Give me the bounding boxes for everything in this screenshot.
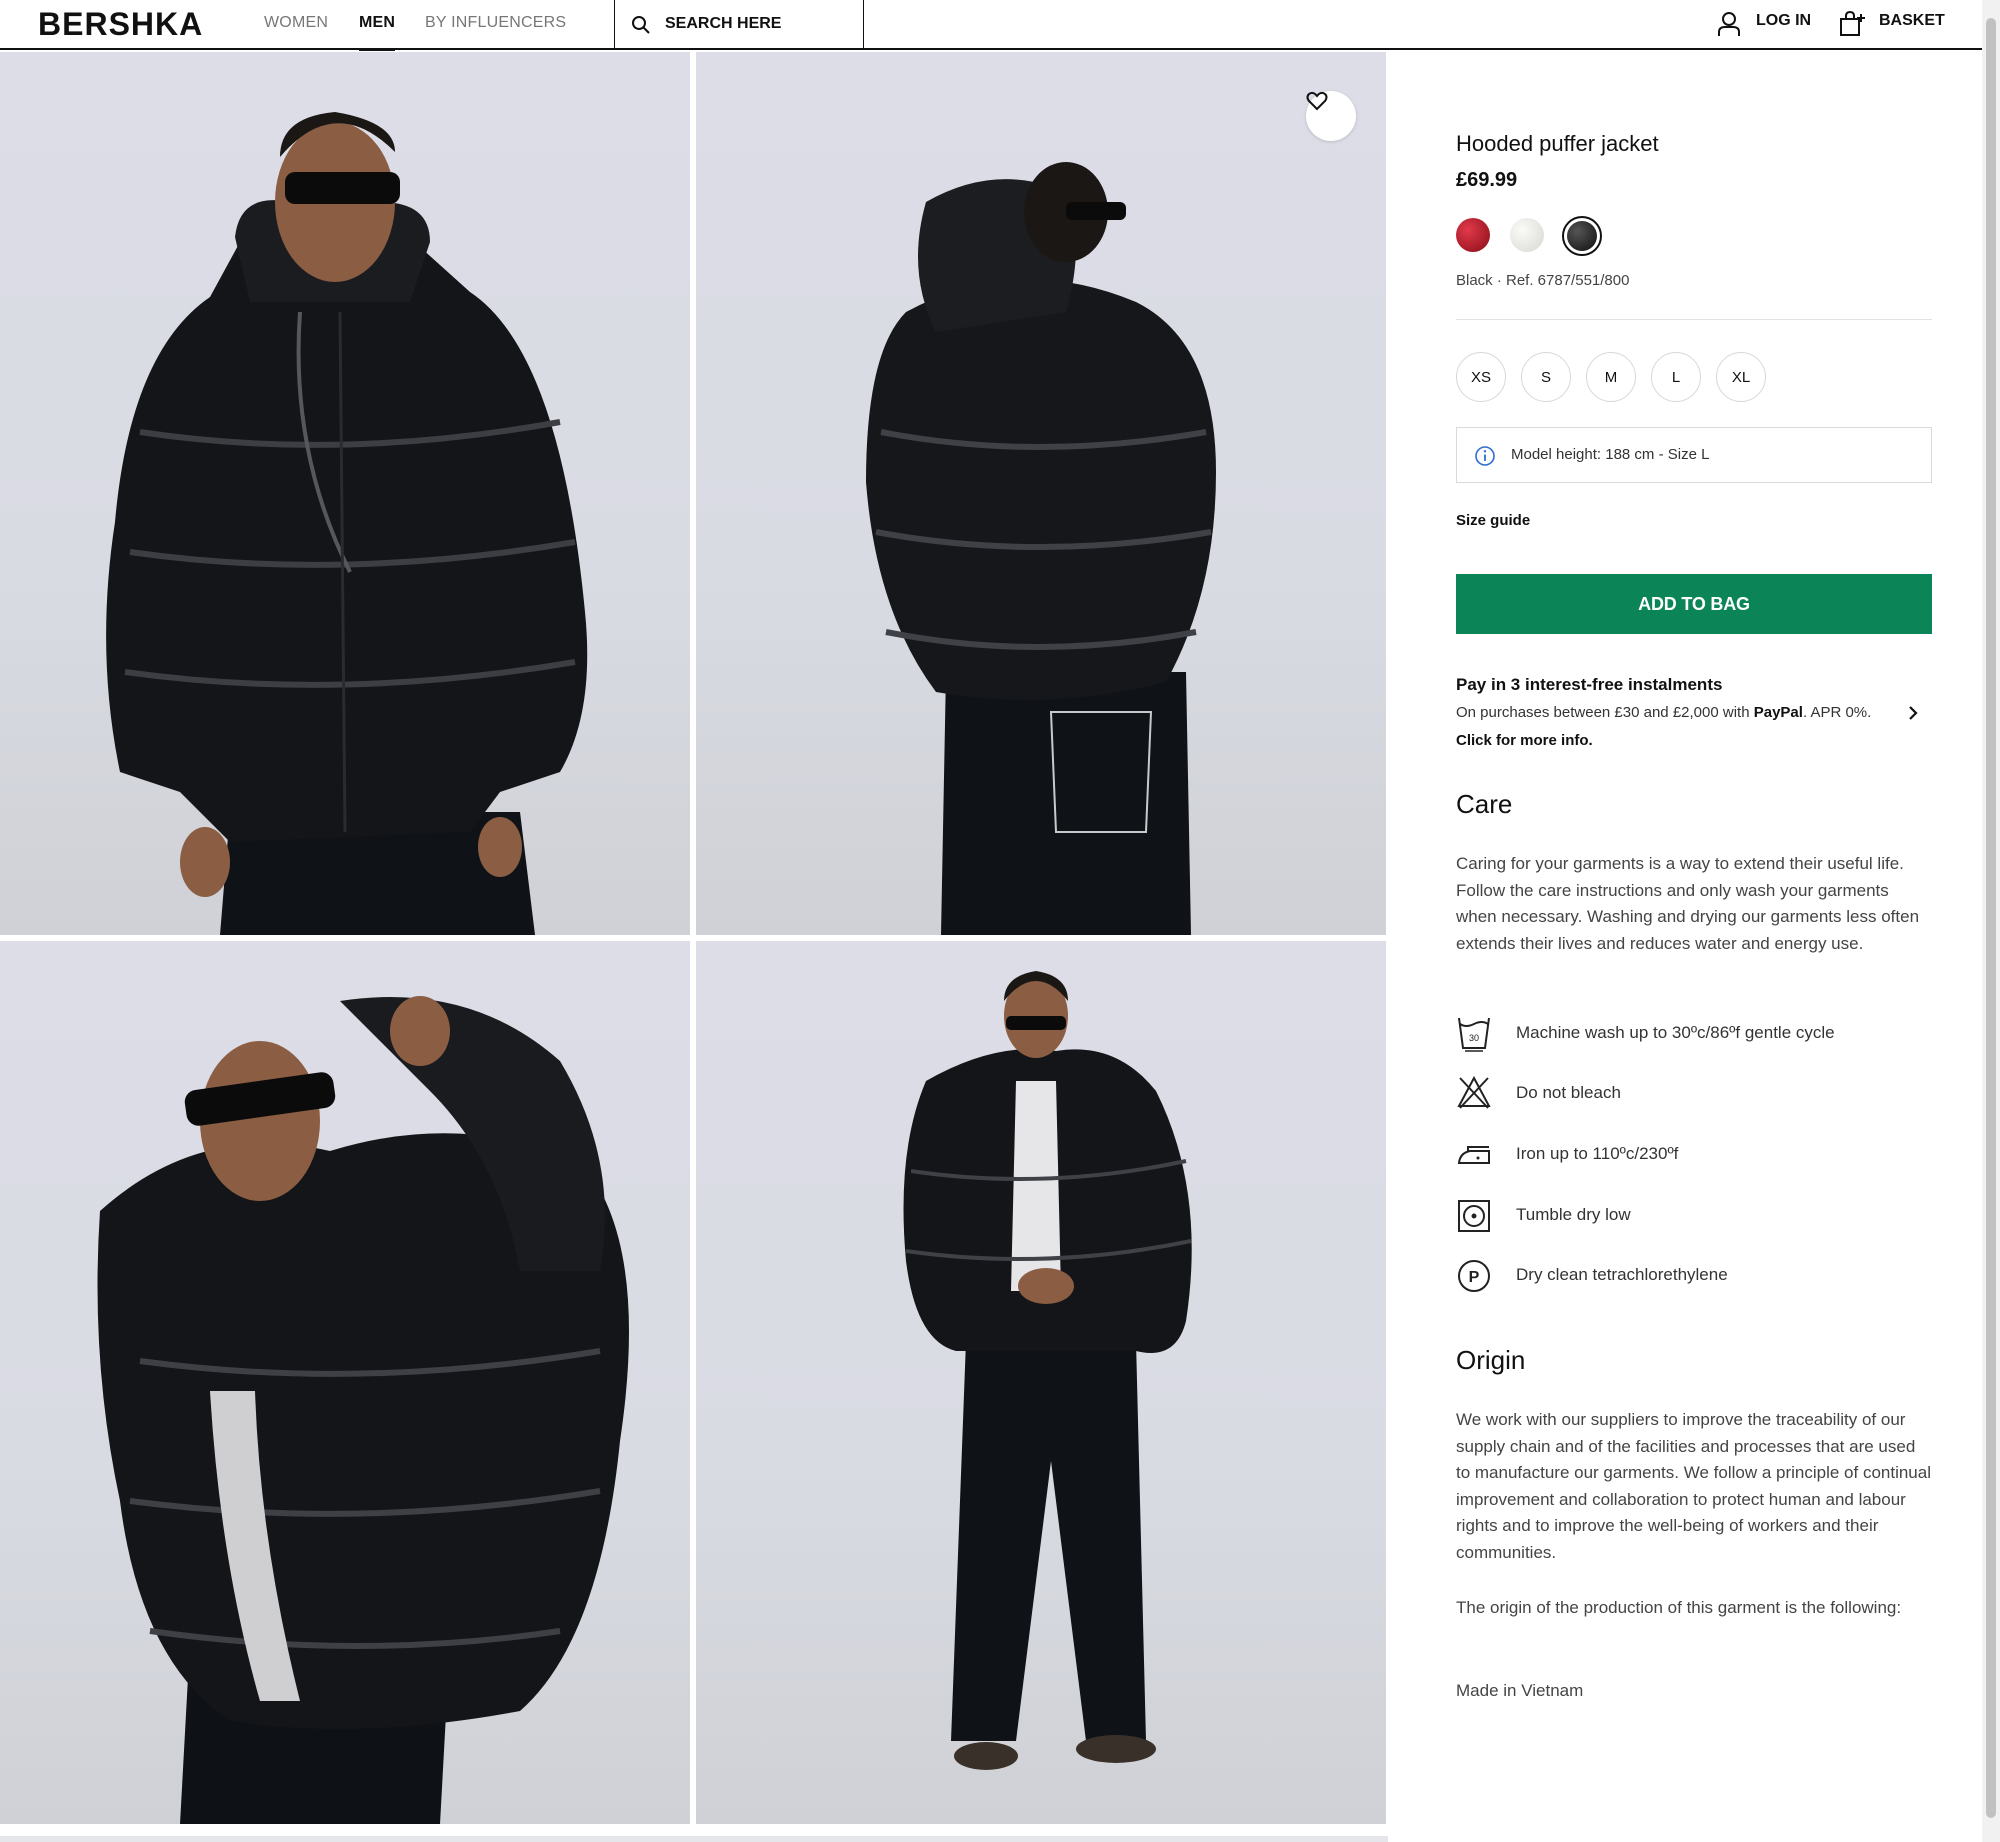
made-in-text: Made in Vietnam xyxy=(1456,1681,1584,1700)
login-link[interactable]: LOG IN xyxy=(1756,12,1811,30)
product-photo-back[interactable] xyxy=(696,52,1386,935)
installments-text: On purchases between £30 and £2,000 with xyxy=(1456,704,1754,721)
product-price: £69.99 xyxy=(1456,169,1518,191)
user-icon[interactable] xyxy=(1717,11,1741,42)
iron-icon xyxy=(1456,1135,1492,1180)
size-m-button[interactable]: M xyxy=(1586,352,1636,402)
nav-women[interactable]: WOMEN xyxy=(264,14,328,32)
svg-text:30: 30 xyxy=(1469,1033,1479,1043)
nav-by-influencers[interactable]: BY INFLUENCERS xyxy=(425,14,566,32)
product-photo-hood-pose[interactable] xyxy=(0,941,690,1824)
product-details-panel: Hooded puffer jacket £69.99 Black · Ref.… xyxy=(1388,52,1978,1842)
care-label-iron: Iron up to 110ºc/230ºf xyxy=(1516,1144,1679,1163)
color-swatch-black[interactable] xyxy=(1562,216,1602,256)
nav-men[interactable]: MEN xyxy=(359,14,396,51)
origin-text-2: The origin of the production of this gar… xyxy=(1456,1598,1902,1617)
more-info-link[interactable]: Click for more info. xyxy=(1456,732,1593,749)
installments-title: Pay in 3 interest-free instalments xyxy=(1456,675,1723,694)
wash-30-icon: 30 xyxy=(1456,1014,1492,1059)
color-swatch-white[interactable] xyxy=(1510,218,1544,252)
model-info-box: Model height: 188 cm - Size L xyxy=(1456,427,1932,483)
info-icon xyxy=(1474,445,1496,472)
favorite-button[interactable] xyxy=(1306,91,1356,141)
search-placeholder: SEARCH HERE xyxy=(665,15,782,32)
size-xs-button[interactable]: XS xyxy=(1456,352,1506,402)
divider xyxy=(1456,319,1932,320)
search-icon xyxy=(631,15,651,40)
add-to-bag-button[interactable]: ADD TO BAG xyxy=(1456,574,1932,634)
dry-clean-p-icon: P xyxy=(1456,1256,1492,1301)
product-photo-front[interactable] xyxy=(0,52,690,935)
origin-heading: Origin xyxy=(1456,1345,1526,1375)
product-gallery xyxy=(0,52,1388,1842)
care-text: Caring for your garments is a way to ext… xyxy=(1456,854,1920,953)
care-label-tumble: Tumble dry low xyxy=(1516,1205,1631,1224)
installments-description: On purchases between £30 and £2,000 with… xyxy=(1456,704,1906,721)
search-input[interactable]: SEARCH HERE xyxy=(614,0,864,50)
basket-icon[interactable] xyxy=(1839,10,1867,42)
no-bleach-icon xyxy=(1456,1074,1492,1119)
color-swatch-red[interactable] xyxy=(1456,218,1490,252)
origin-text: We work with our suppliers to improve th… xyxy=(1456,1410,1931,1562)
care-heading: Care xyxy=(1456,789,1513,819)
chevron-right-icon[interactable] xyxy=(1906,704,1920,727)
svg-text:P: P xyxy=(1469,1269,1480,1286)
next-photo-row-edge xyxy=(0,1836,1388,1842)
care-label-bleach: Do not bleach xyxy=(1516,1083,1621,1102)
model-info-text: Model height: 188 cm - Size L xyxy=(1511,446,1710,463)
scrollbar-thumb[interactable] xyxy=(1986,18,1996,1818)
size-guide-link[interactable]: Size guide xyxy=(1456,512,1530,529)
paypal-label: PayPal xyxy=(1753,704,1803,721)
product-photo-full-length[interactable] xyxy=(696,941,1386,1824)
size-xl-button[interactable]: XL xyxy=(1716,352,1766,402)
tumble-dry-icon xyxy=(1456,1196,1492,1241)
size-s-button[interactable]: S xyxy=(1521,352,1571,402)
product-title: Hooded puffer jacket xyxy=(1456,131,1659,156)
top-header: BERSHKA WOMEN MEN BY INFLUENCERS SEARCH … xyxy=(0,0,1982,51)
installments-apr: . APR 0%. xyxy=(1802,704,1872,721)
care-label-dryclean: Dry clean tetrachlorethylene xyxy=(1516,1265,1728,1284)
care-label-wash: Machine wash up to 30ºc/86ºf gentle cycl… xyxy=(1516,1023,1835,1042)
color-reference: Black · Ref. 6787/551/800 xyxy=(1456,272,1630,289)
size-l-button[interactable]: L xyxy=(1651,352,1701,402)
basket-link[interactable]: BASKET xyxy=(1879,12,1945,30)
bershka-logo[interactable]: BERSHKA xyxy=(38,6,203,43)
